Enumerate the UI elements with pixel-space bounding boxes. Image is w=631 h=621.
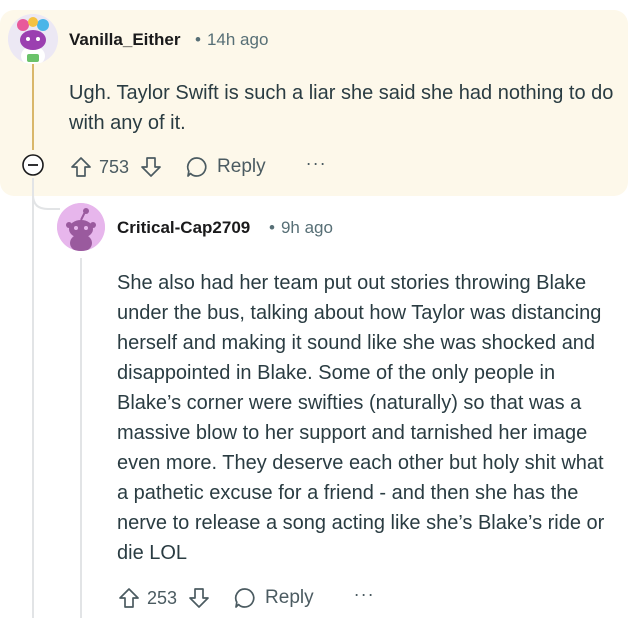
avatar[interactable]	[57, 203, 105, 251]
collapse-minus-icon[interactable]	[21, 153, 45, 177]
reply-bubble-icon	[234, 588, 255, 608]
comment-timestamp[interactable]: 14h ago	[207, 30, 268, 49]
more-options-button[interactable]: ···	[306, 153, 327, 174]
vote-count: 753	[99, 156, 130, 177]
comment-body: Ugh. Taylor Swift is such a liar she sai…	[69, 82, 614, 134]
reply-label: Reply	[265, 587, 314, 608]
comment-actions: 253 Reply ···	[117, 581, 375, 615]
reply-button[interactable]: Reply	[185, 155, 266, 179]
comment-author[interactable]: Vanilla_Either	[69, 30, 181, 50]
comment-meta: • 9h ago	[269, 218, 333, 238]
downvote-icon[interactable]	[187, 586, 211, 610]
comment-body: She also had her team put out stories th…	[117, 272, 605, 564]
upvote-icon[interactable]	[117, 586, 141, 610]
meta-separator: •	[195, 30, 201, 49]
reply-bubble-icon	[186, 157, 207, 177]
avatar[interactable]	[8, 14, 58, 64]
thread-line-parent-lower[interactable]	[32, 178, 34, 618]
thread-line-child[interactable]	[80, 258, 82, 618]
thread-line-parent[interactable]	[32, 64, 34, 150]
comment-timestamp[interactable]: 9h ago	[281, 218, 333, 237]
more-options-button[interactable]: ···	[354, 584, 375, 605]
snoo-avatar-icon	[8, 14, 58, 64]
downvote-icon[interactable]	[139, 155, 163, 179]
meta-separator: •	[269, 218, 275, 237]
comment-author[interactable]: Critical-Cap2709	[117, 218, 250, 238]
snoo-avatar-icon	[57, 203, 105, 251]
upvote-icon[interactable]	[69, 155, 93, 179]
reply-button[interactable]: Reply	[233, 586, 314, 610]
comment-actions: 753 Reply ···	[69, 150, 327, 184]
vote-count: 253	[147, 587, 178, 608]
comment-meta: • 14h ago	[195, 30, 268, 50]
reply-label: Reply	[217, 156, 266, 177]
